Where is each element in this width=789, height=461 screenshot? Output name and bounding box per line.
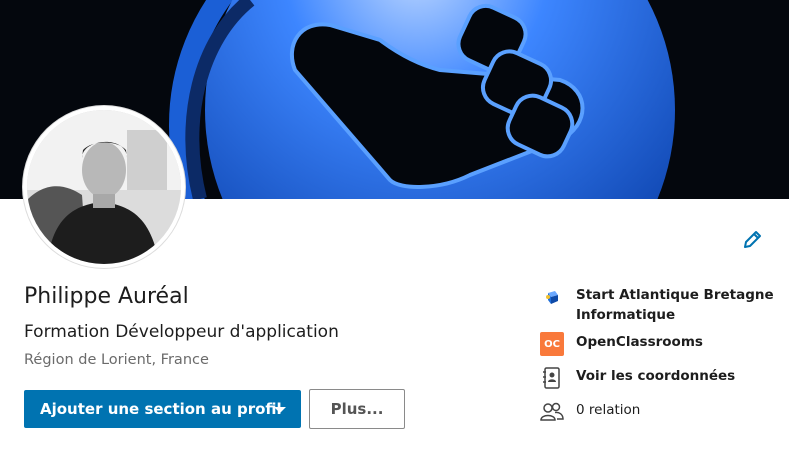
contact-book-icon: [540, 366, 564, 390]
openclassrooms-logo: OC: [540, 332, 564, 356]
contact-info-link[interactable]: Voir les coordonnées: [540, 366, 786, 390]
contact-info-label: Voir les coordonnées: [576, 368, 736, 384]
more-button[interactable]: Plus...: [309, 389, 405, 429]
school-name: OpenClassrooms: [576, 334, 703, 350]
caret-down-icon: [274, 407, 286, 413]
profile-photo[interactable]: [23, 106, 185, 268]
company-name: Start Atlantique Bretagne Informatique: [576, 287, 774, 323]
add-profile-section-button[interactable]: Ajouter une section au profil: [24, 390, 301, 428]
people-icon: [540, 400, 564, 424]
school-logo-icon: OC: [540, 332, 564, 356]
connections-link[interactable]: 0 relation: [540, 400, 786, 424]
company-logo-icon: [540, 285, 564, 309]
profile-location: Région de Lorient, France: [24, 352, 209, 368]
edit-profile-button[interactable]: [738, 226, 766, 254]
pencil-icon: [744, 231, 761, 248]
add-profile-section-label: Ajouter une section au profil: [40, 400, 282, 418]
school-link[interactable]: OC OpenClassrooms: [540, 332, 786, 356]
connections-count: 0 relation: [576, 402, 641, 418]
profile-headline: Formation Développeur d'application: [24, 322, 339, 342]
current-company-link[interactable]: Start Atlantique Bretagne Informatique: [540, 285, 786, 325]
profile-name: Philippe Auréal: [24, 284, 189, 309]
